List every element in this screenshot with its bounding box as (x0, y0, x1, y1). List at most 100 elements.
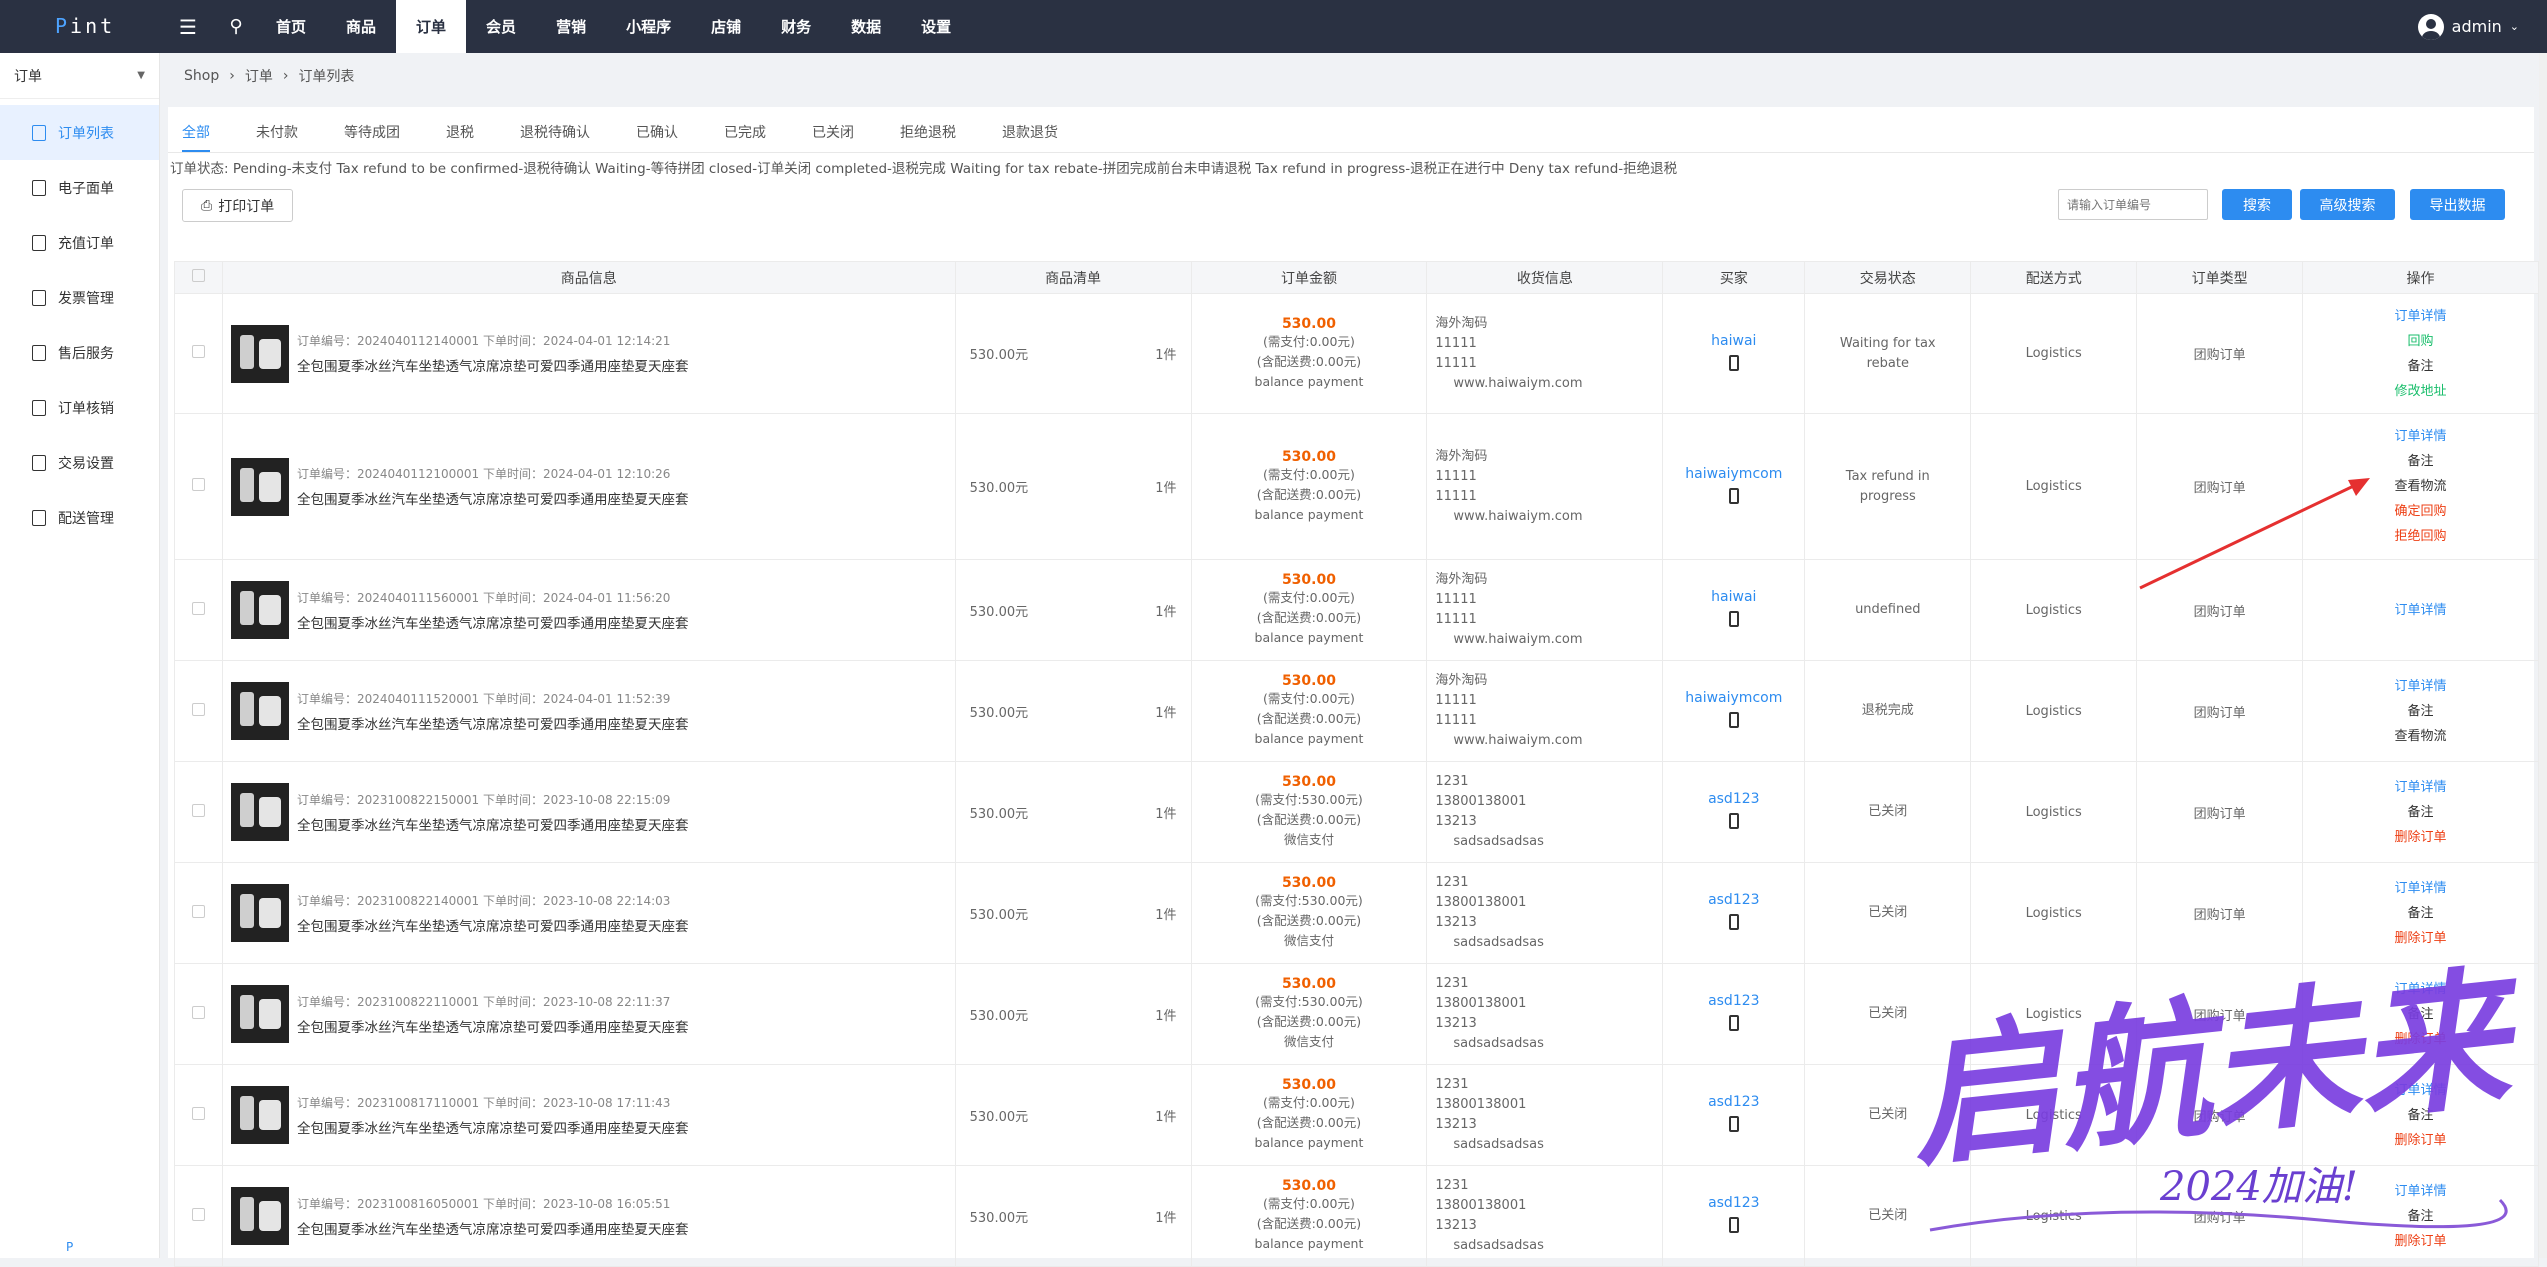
search-button[interactable]: 搜索 (2222, 189, 2292, 220)
logo[interactable]: Pint (0, 0, 160, 53)
tab[interactable]: 拒绝退税 (900, 122, 982, 152)
menu-toggle-icon[interactable]: ☰ (160, 0, 216, 53)
row-checkbox[interactable] (191, 803, 205, 817)
sidebar-item[interactable]: 交易设置 (0, 435, 159, 490)
product-thumbnail[interactable] (230, 457, 289, 516)
product-thumbnail[interactable] (230, 985, 289, 1043)
row-action[interactable]: 备注 (2303, 1002, 2538, 1027)
tab[interactable]: 已完成 (724, 122, 792, 152)
select-all-checkbox[interactable] (191, 269, 205, 282)
buyer-name[interactable]: haiwaiymcom (1663, 690, 1804, 706)
order-search-input[interactable] (2058, 189, 2208, 220)
product-thumbnail[interactable] (230, 1086, 289, 1144)
tab[interactable]: 未付款 (256, 122, 324, 152)
tab[interactable]: 已确认 (636, 122, 704, 152)
product-name[interactable]: 全包围夏季冰丝汽车坐垫透气凉席凉垫可爱四季通用座垫夏天座套 (297, 915, 689, 935)
product-name[interactable]: 全包围夏季冰丝汽车坐垫透气凉席凉垫可爱四季通用座垫夏天座套 (297, 488, 689, 508)
sidebar-item[interactable]: 电子面单 (0, 160, 159, 215)
row-action[interactable]: 订单详情 (2303, 775, 2538, 800)
product-thumbnail[interactable] (230, 783, 289, 841)
row-action[interactable]: 删除订单 (2303, 1229, 2538, 1254)
sidebar-item[interactable]: 发票管理 (0, 270, 159, 325)
row-action[interactable]: 备注 (2303, 1103, 2538, 1128)
row-checkbox[interactable] (191, 345, 205, 358)
sidebar-item[interactable]: 售后服务 (0, 325, 159, 380)
product-thumbnail[interactable] (230, 581, 289, 639)
nav-item[interactable]: 设置 (901, 0, 971, 53)
nav-item[interactable]: 首页 (256, 0, 326, 53)
sidebar-item[interactable]: 配送管理 (0, 490, 159, 545)
row-action[interactable]: 订单详情 (2303, 1078, 2538, 1103)
row-checkbox[interactable] (191, 702, 205, 716)
row-action[interactable]: 查看物流 (2303, 724, 2538, 749)
sidebar-item[interactable]: 订单核销 (0, 380, 159, 435)
row-action[interactable]: 备注 (2303, 699, 2538, 724)
product-name[interactable]: 全包围夏季冰丝汽车坐垫透气凉席凉垫可爱四季通用座垫夏天座套 (297, 713, 689, 733)
row-action[interactable]: 备注 (2303, 354, 2538, 379)
product-thumbnail[interactable] (230, 324, 289, 383)
advanced-search-button[interactable]: 高级搜索 (2300, 189, 2395, 220)
product-name[interactable]: 全包围夏季冰丝汽车坐垫透气凉席凉垫可爱四季通用座垫夏天座套 (297, 612, 689, 632)
product-name[interactable]: 全包围夏季冰丝汽车坐垫透气凉席凉垫可爱四季通用座垫夏天座套 (297, 355, 689, 375)
row-action[interactable]: 回购 (2303, 329, 2538, 354)
row-action[interactable]: 删除订单 (2303, 1027, 2538, 1052)
sidebar-module-select[interactable]: 订单 ▼ (0, 53, 159, 99)
row-action[interactable]: 删除订单 (2303, 926, 2538, 951)
nav-item[interactable]: 会员 (466, 0, 536, 53)
buyer-name[interactable]: haiwai (1663, 589, 1804, 605)
row-action[interactable]: 备注 (2303, 800, 2538, 825)
product-name[interactable]: 全包围夏季冰丝汽车坐垫透气凉席凉垫可爱四季通用座垫夏天座套 (297, 1117, 689, 1137)
nav-item[interactable]: 小程序 (606, 0, 691, 53)
sidebar-item[interactable]: 订单列表 (0, 105, 159, 160)
user-menu[interactable]: admin ⌄ (2417, 0, 2519, 53)
row-checkbox[interactable] (191, 1106, 205, 1120)
tab[interactable]: 退税待确认 (520, 122, 616, 152)
tab[interactable]: 全部 (182, 122, 236, 152)
product-name[interactable]: 全包围夏季冰丝汽车坐垫透气凉席凉垫可爱四季通用座垫夏天座套 (297, 814, 689, 834)
buyer-name[interactable]: asd123 (1663, 791, 1804, 807)
row-action[interactable]: 订单详情 (2303, 1179, 2538, 1204)
sidebar-item[interactable]: 充值订单 (0, 215, 159, 270)
tab[interactable]: 退税 (446, 122, 500, 152)
buyer-name[interactable]: haiwaiymcom (1663, 466, 1804, 482)
product-thumbnail[interactable] (230, 682, 289, 740)
product-name[interactable]: 全包围夏季冰丝汽车坐垫透气凉席凉垫可爱四季通用座垫夏天座套 (297, 1016, 689, 1036)
buyer-name[interactable]: haiwai (1663, 333, 1804, 349)
row-action[interactable]: 订单详情 (2303, 977, 2538, 1002)
row-action[interactable]: 删除订单 (2303, 1128, 2538, 1153)
row-action[interactable]: 修改地址 (2303, 379, 2538, 404)
row-checkbox[interactable] (191, 904, 205, 918)
row-checkbox[interactable] (191, 601, 205, 615)
buyer-name[interactable]: asd123 (1663, 1094, 1804, 1110)
buyer-name[interactable]: asd123 (1663, 892, 1804, 908)
breadcrumb-orders[interactable]: 订单 (245, 66, 273, 86)
page-scrollbar[interactable] (2539, 53, 2547, 1258)
nav-item[interactable]: 订单 (396, 0, 467, 53)
row-checkbox[interactable] (191, 1207, 205, 1221)
row-checkbox[interactable] (191, 1005, 205, 1019)
buyer-name[interactable]: asd123 (1663, 1195, 1804, 1211)
nav-item[interactable]: 店铺 (691, 0, 761, 53)
row-action[interactable]: 备注 (2303, 901, 2538, 926)
print-order-button[interactable]: ⎙ 打印订单 (182, 189, 294, 222)
product-thumbnail[interactable] (230, 1187, 289, 1245)
buyer-name[interactable]: asd123 (1663, 993, 1804, 1009)
nav-item[interactable]: 营销 (536, 0, 606, 53)
row-action[interactable]: 删除订单 (2303, 825, 2538, 850)
nav-item[interactable]: 财务 (761, 0, 831, 53)
tab[interactable]: 退款退货 (1002, 122, 1084, 152)
row-action[interactable]: 备注 (2303, 1204, 2538, 1229)
product-thumbnail[interactable] (230, 884, 289, 942)
row-action[interactable]: 订单详情 (2303, 876, 2538, 901)
export-data-button[interactable]: 导出数据 (2410, 189, 2505, 220)
nav-item[interactable]: 数据 (831, 0, 901, 53)
product-name[interactable]: 全包围夏季冰丝汽车坐垫透气凉席凉垫可爱四季通用座垫夏天座套 (297, 1218, 689, 1238)
breadcrumb-shop[interactable]: Shop (184, 68, 219, 84)
search-icon[interactable]: ⚲ (216, 0, 256, 53)
row-checkbox[interactable] (191, 478, 205, 491)
row-action[interactable]: 订单详情 (2303, 424, 2538, 449)
tab[interactable]: 等待成团 (344, 122, 426, 152)
row-action[interactable]: 订单详情 (2303, 304, 2538, 329)
tab[interactable]: 已关闭 (812, 122, 880, 152)
nav-item[interactable]: 商品 (326, 0, 396, 53)
